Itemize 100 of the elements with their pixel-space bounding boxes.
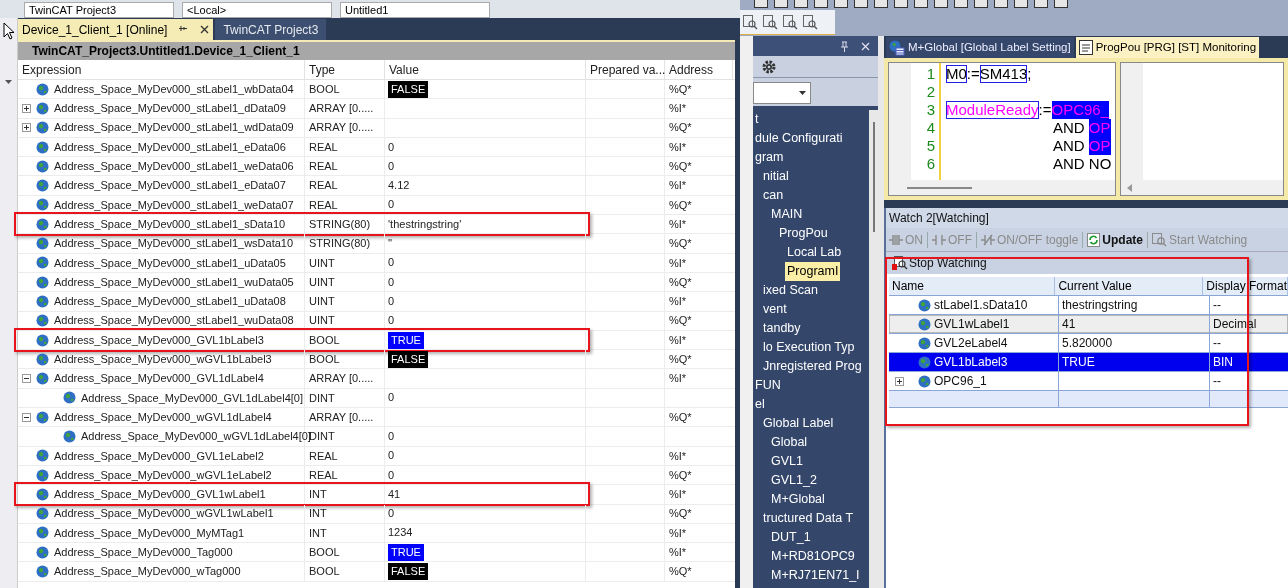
address-text: %I* — [669, 139, 687, 155]
column-header[interactable]: Current Value — [1055, 277, 1204, 295]
editor-tab[interactable]: ProgPou [PRG] [ST] Monitoring — [1075, 37, 1260, 58]
collapse-icon[interactable] — [22, 412, 31, 422]
code-token: AND — [1053, 137, 1086, 155]
globe-icon — [36, 372, 49, 386]
tree-item[interactable]: can — [761, 186, 786, 205]
type-text: REAL — [309, 159, 338, 175]
toolbar-field[interactable]: Untitled1 — [340, 2, 490, 18]
watch-row[interactable]: OPC96_1 -- — [889, 372, 1288, 391]
magnifier-icon[interactable] — [763, 14, 778, 30]
editor-tab[interactable]: M+Global [Global Label Setting] — [886, 37, 1074, 58]
tree-item[interactable]: vent — [761, 300, 789, 319]
tree-item[interactable]: GVL1_2 — [769, 471, 819, 490]
magnifier-icon[interactable] — [783, 14, 798, 30]
tree-item[interactable]: FUN — [753, 376, 783, 395]
address-text: %Q* — [669, 81, 692, 97]
collapse-icon[interactable] — [22, 374, 31, 384]
pin-icon[interactable] — [179, 25, 189, 34]
tree-item[interactable]: Global Label — [761, 414, 836, 433]
line-number: 6 — [926, 155, 935, 173]
expression-text: Address_Space_MyDev000_stLabel1_eData06 — [54, 139, 286, 155]
type-text: ARRAY [0..... — [309, 120, 374, 136]
watch-row[interactable]: GVL2eLabel4 5.820000 -- — [889, 334, 1288, 353]
column-header[interactable]: Expression — [18, 60, 305, 79]
watch-row[interactable]: GVL1bLabel3 TRUE BIN — [889, 353, 1288, 372]
value-text: FALSE — [388, 563, 429, 581]
expand-icon[interactable] — [895, 376, 904, 386]
magnifier-icon[interactable] — [743, 14, 758, 30]
column-header[interactable]: Prepared va... — [586, 60, 665, 79]
expand-icon[interactable] — [22, 123, 31, 133]
toolbar-field[interactable]: <Local> — [182, 2, 332, 18]
tree-item[interactable]: Local Lab — [785, 243, 844, 262]
value-text: 0 — [388, 197, 395, 213]
expression-text: Address_Space_MyDev000_Tag000 — [54, 545, 233, 560]
tree-item[interactable]: t — [753, 110, 761, 129]
gear-icon[interactable] — [761, 58, 777, 75]
globe-icon — [36, 410, 49, 424]
contact-icon — [981, 233, 995, 246]
close-icon[interactable] — [200, 25, 210, 34]
column-header[interactable]: Address — [665, 60, 733, 79]
refresh-icon — [1087, 232, 1101, 247]
globe-icon — [36, 159, 49, 173]
tree-item[interactable]: M+RD81OPC9 — [769, 547, 857, 566]
code-token: OP — [1088, 137, 1111, 155]
document-tab[interactable]: Device_1_Client_1 [Online] — [18, 19, 214, 40]
globe-icon — [36, 294, 49, 308]
code-token: M0 — [946, 65, 967, 83]
expand-icon[interactable] — [22, 103, 31, 113]
line-number: 1 — [926, 65, 935, 83]
tree-item[interactable]: el — [753, 395, 767, 414]
column-header[interactable]: Name — [889, 277, 1056, 295]
tree-item[interactable]: MAIN — [769, 205, 805, 224]
label-name: OPC96_1 — [934, 373, 987, 390]
display-format: BIN — [1213, 354, 1233, 371]
column-header[interactable]: Display Format — [1203, 277, 1288, 295]
toolbar-button[interactable]: Update — [1087, 230, 1144, 249]
dropdown-field[interactable] — [753, 82, 811, 104]
caret-icon[interactable] — [5, 80, 12, 84]
tree-item[interactable]: DUT_1 — [769, 528, 813, 547]
line-number: 3 — [926, 101, 935, 119]
address-text: %Q* — [669, 236, 692, 252]
expression-text: Address_Space_MyDev000_stLabel1_weData06 — [54, 159, 294, 175]
tree-item[interactable]: nitial — [761, 167, 791, 186]
pin-icon[interactable] — [840, 40, 849, 52]
expression-text: Address_Space_MyDev000_wGVL1dLabel4[0] — [81, 429, 311, 445]
column-header[interactable]: Type — [305, 60, 385, 79]
tree-item[interactable]: tructured Data T — [761, 509, 856, 528]
expression-text: Address_Space_MyDev000_stLabel1_uData08 — [54, 294, 286, 310]
tree-item[interactable]: ProgramI — [785, 262, 841, 281]
watch-row[interactable]: stLabel1.sData10 thestringstring -- — [889, 296, 1288, 315]
toolbar-field[interactable]: TwinCAT Project3 — [24, 2, 174, 18]
tree-item[interactable]: ixed Scan — [761, 281, 820, 300]
tree-item[interactable]: tandby — [761, 319, 803, 338]
expression-text: Address_Space_MyDev000_stLabel1_eData07 — [54, 178, 286, 194]
value-text: 0 — [388, 467, 395, 483]
tree-item[interactable]: gram — [753, 148, 786, 167]
tree-item[interactable]: GVL1 — [769, 452, 805, 471]
globe-icon — [36, 198, 49, 212]
globe-icon — [918, 298, 931, 312]
value-text: 'thestringstring' — [388, 216, 462, 232]
column-header[interactable]: Value — [385, 60, 586, 79]
tree-item[interactable]: Global — [769, 433, 810, 452]
tree-item[interactable]: ProgPou — [777, 224, 830, 243]
document-icon — [1078, 40, 1093, 55]
globe-icon — [63, 430, 76, 443]
value-text: 0 — [388, 293, 395, 309]
tree-item[interactable]: M+RJ71EN71_I — [769, 566, 862, 585]
tree-item[interactable]: lo Execution Typ — [761, 338, 857, 357]
globe-icon — [36, 314, 49, 328]
address-text: %I* — [669, 525, 687, 541]
address-text: %Q* — [669, 409, 692, 425]
contact-icon — [889, 233, 903, 246]
tree-item[interactable]: dule Configurati — [753, 129, 845, 148]
globe-table-icon — [889, 39, 905, 56]
tree-item[interactable]: M+Global — [769, 490, 827, 509]
value-text: FALSE — [388, 80, 429, 98]
tree-item[interactable]: Jnregistered Prog — [761, 357, 864, 376]
magnifier-icon[interactable] — [803, 14, 818, 30]
document-tab[interactable]: TwinCAT Project3 — [215, 19, 327, 40]
